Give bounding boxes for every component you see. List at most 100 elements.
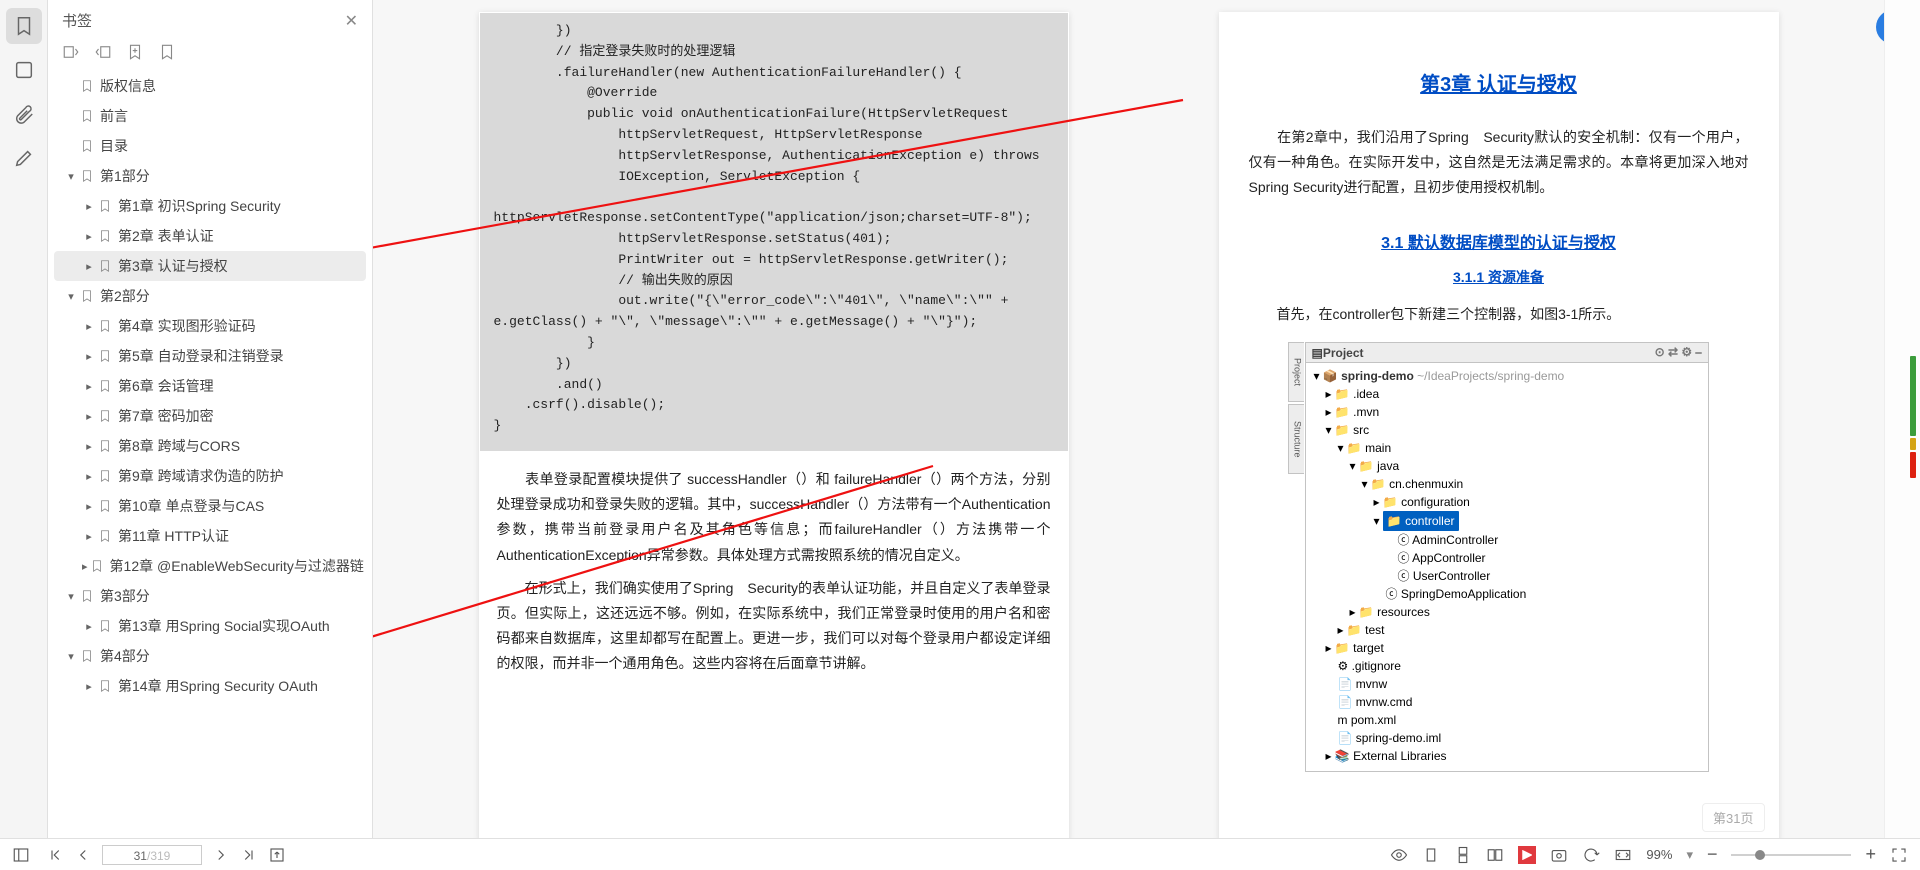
bookmark-item[interactable]: ▸第5章 自动登录和注销登录 xyxy=(54,341,366,371)
ide-vtab-structure: Structure xyxy=(1288,404,1304,474)
marker-yellow xyxy=(1910,438,1916,450)
fullscreen-icon[interactable] xyxy=(1890,846,1908,864)
bookmark-ribbon-icon xyxy=(98,259,112,273)
last-page-icon[interactable] xyxy=(240,846,258,864)
bookmark-ribbon-icon xyxy=(80,649,94,663)
bookmark-item[interactable]: ▸第3章 认证与授权 xyxy=(54,251,366,281)
bookmark-label: 第14章 用Spring Security OAuth xyxy=(118,676,318,696)
close-icon[interactable]: ✕ xyxy=(345,11,358,31)
bookmark-label: 第12章 @EnableWebSecurity与过滤器链 xyxy=(110,556,364,576)
bookmark-item[interactable]: ▸第12章 @EnableWebSecurity与过滤器链 xyxy=(54,551,366,581)
bookmark-item[interactable]: ▸第6章 会话管理 xyxy=(54,371,366,401)
bookmark-label: 第3章 认证与授权 xyxy=(118,256,228,276)
bookmark-item[interactable]: ▸第7章 密码加密 xyxy=(54,401,366,431)
right-marker-strip xyxy=(1884,0,1920,838)
bookmark-ribbon-icon xyxy=(80,589,94,603)
bookmark-label: 第13章 用Spring Social实现OAuth xyxy=(118,616,330,636)
bookmark-item[interactable]: 目录 xyxy=(54,131,366,161)
section-title: 3.1 默认数据库模型的认证与授权 xyxy=(1219,229,1779,253)
bookmark-item[interactable]: ▸第13章 用Spring Social实现OAuth xyxy=(54,611,366,641)
bookmark-icon[interactable] xyxy=(6,8,42,44)
slideshow-icon[interactable] xyxy=(1518,846,1536,864)
bookmark-label: 前言 xyxy=(100,106,128,126)
single-page-icon[interactable] xyxy=(1422,846,1440,864)
bookmark-ribbon-icon xyxy=(98,529,112,543)
page-input[interactable]: 31/319 xyxy=(102,845,202,865)
prev-page-icon[interactable] xyxy=(74,846,92,864)
eye-icon[interactable] xyxy=(1390,846,1408,864)
code-block: }) // 指定登录失败时的处理逻辑 .failureHandler(new A… xyxy=(480,13,1068,451)
bookmark-ribbon-icon xyxy=(98,439,112,453)
bookmark-item[interactable]: ▸第9章 跨域请求伪造的防护 xyxy=(54,461,366,491)
marker-green xyxy=(1910,356,1916,436)
bookmark-item[interactable]: ▾第4部分 xyxy=(54,641,366,671)
bookmark-tree[interactable]: 版权信息前言目录 ▾第1部分▸第1章 初识Spring Security▸第2章 … xyxy=(48,71,372,838)
expand-icon[interactable] xyxy=(62,43,80,61)
paragraph-2: 在形式上，我们确实使用了Spring Security的表单认证功能，并且自定义… xyxy=(479,572,1069,681)
bookmark-label: 第3部分 xyxy=(100,586,150,606)
bookmark-item[interactable]: ▸第14章 用Spring Security OAuth xyxy=(54,671,366,701)
rotate-icon[interactable] xyxy=(1582,846,1600,864)
bookmark-ribbon-icon xyxy=(90,559,104,573)
zoom-out-icon[interactable]: − xyxy=(1707,844,1718,865)
sidebar-toggle-icon[interactable] xyxy=(12,846,30,864)
bookmark-item[interactable]: 前言 xyxy=(54,101,366,131)
page-left: }) // 指定登录失败时的处理逻辑 .failureHandler(new A… xyxy=(479,12,1069,838)
next-page-icon[interactable] xyxy=(212,846,230,864)
export-icon[interactable] xyxy=(268,846,286,864)
bottom-toolbar: 31/319 99%▾ − + xyxy=(0,838,1920,870)
bookmark-item[interactable]: ▾第2部分 xyxy=(54,281,366,311)
paragraph-1: 表单登录配置模块提供了 successHandler（）和 failureHan… xyxy=(479,451,1069,572)
bookmark-ribbon-icon xyxy=(98,409,112,423)
bookmark-label: 第10章 单点登录与CAS xyxy=(118,496,264,516)
bookmark-ribbon-icon xyxy=(98,469,112,483)
bookmark-ribbon-icon xyxy=(80,79,94,93)
bookmark-item[interactable]: ▾第3部分 xyxy=(54,581,366,611)
zoom-in-icon[interactable]: + xyxy=(1865,844,1876,865)
continuous-icon[interactable] xyxy=(1454,846,1472,864)
bookmark-label: 目录 xyxy=(100,136,128,156)
zoom-value[interactable]: 99% xyxy=(1646,847,1672,862)
bookmark-item[interactable]: ▸第1章 初识Spring Security xyxy=(54,191,366,221)
bookmark-ribbon-icon xyxy=(98,499,112,513)
page-indicator: 第31页 xyxy=(1702,803,1764,832)
bookmark-ribbon-icon xyxy=(98,619,112,633)
edit-icon[interactable] xyxy=(6,140,42,176)
bookmark-item[interactable]: ▸第4章 实现图形验证码 xyxy=(54,311,366,341)
bookmark-label: 第5章 自动登录和注销登录 xyxy=(118,346,284,366)
bookmark-label: 第1章 初识Spring Security xyxy=(118,196,281,216)
collapse-icon[interactable] xyxy=(94,43,112,61)
two-page-icon[interactable] xyxy=(1486,846,1504,864)
ide-project-screenshot: ▤ Project ⊙ ⇄ ⚙ ⎯ ▾ 📦 spring-demo ~/Idea… xyxy=(1305,342,1709,772)
delete-bookmark-icon[interactable] xyxy=(158,43,176,61)
attachment-icon[interactable] xyxy=(6,96,42,132)
ide-proj-head-icons: ⊙ ⇄ ⚙ ⎯ xyxy=(1655,345,1702,360)
bookmark-label: 第1部分 xyxy=(100,166,150,186)
thumbnails-icon[interactable] xyxy=(6,52,42,88)
bookmark-label: 第7章 密码加密 xyxy=(118,406,214,426)
bookmark-label: 第4章 实现图形验证码 xyxy=(118,316,256,336)
screenshot-icon[interactable] xyxy=(1550,846,1568,864)
bookmark-ribbon-icon xyxy=(98,379,112,393)
bookmark-ribbon-icon xyxy=(98,319,112,333)
ide-proj-tree: ▾ 📦 spring-demo ~/IdeaProjects/spring-de… xyxy=(1306,363,1708,771)
subsection-title: 3.1.1 资源准备 xyxy=(1219,267,1779,287)
chapter-text-1: 在第2章中，我们沿用了Spring Security默认的安全机制：仅有一个用户… xyxy=(1219,97,1779,205)
bookmarks-panel: 书签 ✕ 版权信息前言目录▾第1部分▸第1章 初识Spring Security… xyxy=(48,0,373,838)
bookmark-item[interactable]: 版权信息 xyxy=(54,71,366,101)
bookmark-item[interactable]: ▸第8章 跨域与CORS xyxy=(54,431,366,461)
bookmark-label: 第2部分 xyxy=(100,286,150,306)
bookmark-item[interactable]: ▸第10章 单点登录与CAS xyxy=(54,491,366,521)
icon-sidebar xyxy=(0,0,48,838)
chapter-text-2: 首先，在controller包下新建三个控制器，如图3-1所示。 xyxy=(1219,287,1779,331)
viewer: }) // 指定登录失败时的处理逻辑 .failureHandler(new A… xyxy=(373,0,1884,838)
fit-icon[interactable] xyxy=(1614,846,1632,864)
bookmark-item[interactable]: ▸第2章 表单认证 xyxy=(54,221,366,251)
add-bookmark-icon[interactable] xyxy=(126,43,144,61)
bookmark-ribbon-icon xyxy=(80,139,94,153)
first-page-icon[interactable] xyxy=(46,846,64,864)
zoom-slider[interactable] xyxy=(1731,854,1851,856)
bookmark-item[interactable]: ▾第1部分 xyxy=(54,161,366,191)
bookmark-ribbon-icon xyxy=(98,349,112,363)
bookmark-item[interactable]: ▸第11章 HTTP认证 xyxy=(54,521,366,551)
